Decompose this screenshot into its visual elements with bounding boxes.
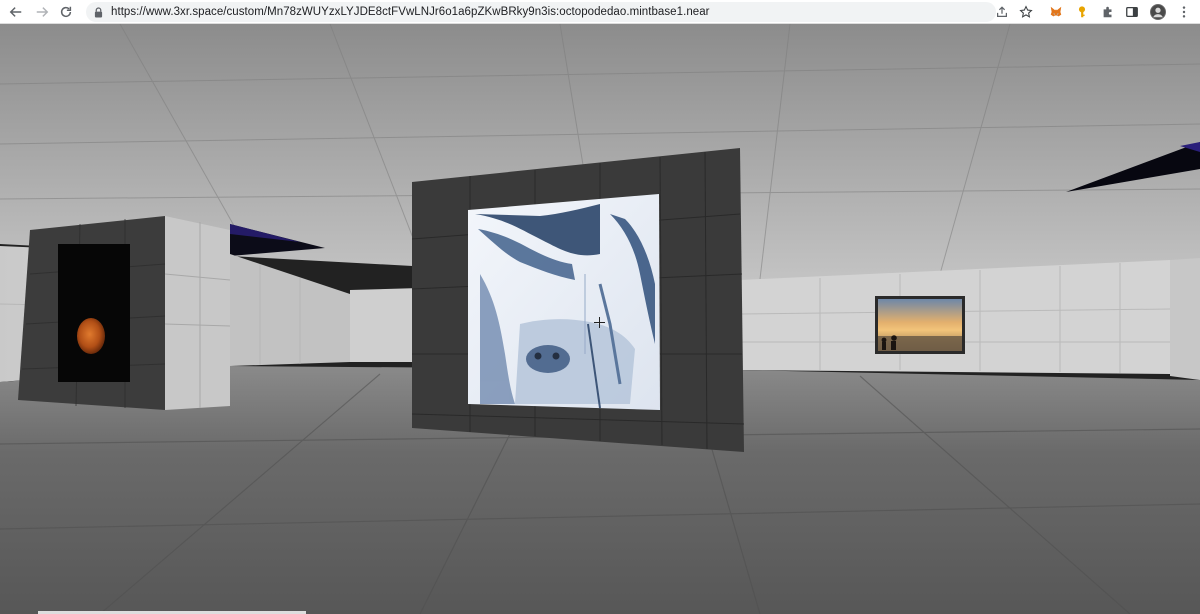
browser-toolbar: https://www.3xr.space/custom/Mn78zWUYzxL… (0, 0, 1200, 24)
side-panel-icon (1126, 6, 1138, 18)
moon-artwork-frame (58, 244, 130, 382)
reload-button[interactable] (56, 2, 76, 22)
profile-avatar[interactable] (1150, 4, 1166, 20)
moon-artwork (77, 318, 105, 354)
browser-menu-button[interactable] (1174, 2, 1194, 22)
back-arrow-icon (9, 7, 22, 17)
metamask-fox-icon (1050, 6, 1062, 17)
extensions-button[interactable] (1098, 2, 1118, 22)
back-button[interactable] (6, 2, 26, 22)
forward-button[interactable] (32, 2, 52, 22)
bookmark-button[interactable] (1016, 2, 1036, 22)
share-button[interactable] (992, 2, 1012, 22)
crosshair-cursor (594, 317, 605, 328)
gallery-3d-viewport[interactable] (0, 24, 1200, 614)
lock-icon (94, 6, 104, 18)
avatar-icon (1151, 5, 1165, 19)
menu-kebab-icon (1182, 6, 1186, 18)
bookmark-star-icon (1019, 5, 1033, 18)
reload-icon (60, 6, 72, 18)
side-panel-button[interactable] (1122, 2, 1142, 22)
url-text: https://www.3xr.space/custom/Mn78zWUYzxL… (111, 6, 710, 18)
address-bar[interactable]: https://www.3xr.space/custom/Mn78zWUYzxL… (86, 2, 996, 22)
browser-window: https://www.3xr.space/custom/Mn78zWUYzxL… (0, 0, 1200, 614)
key-extension-button[interactable] (1072, 2, 1092, 22)
share-icon (997, 6, 1007, 17)
metamask-extension-button[interactable] (1046, 2, 1066, 22)
extensions-puzzle-icon (1103, 6, 1112, 18)
forward-arrow-icon (36, 7, 49, 17)
key-extension-icon (1078, 6, 1086, 18)
